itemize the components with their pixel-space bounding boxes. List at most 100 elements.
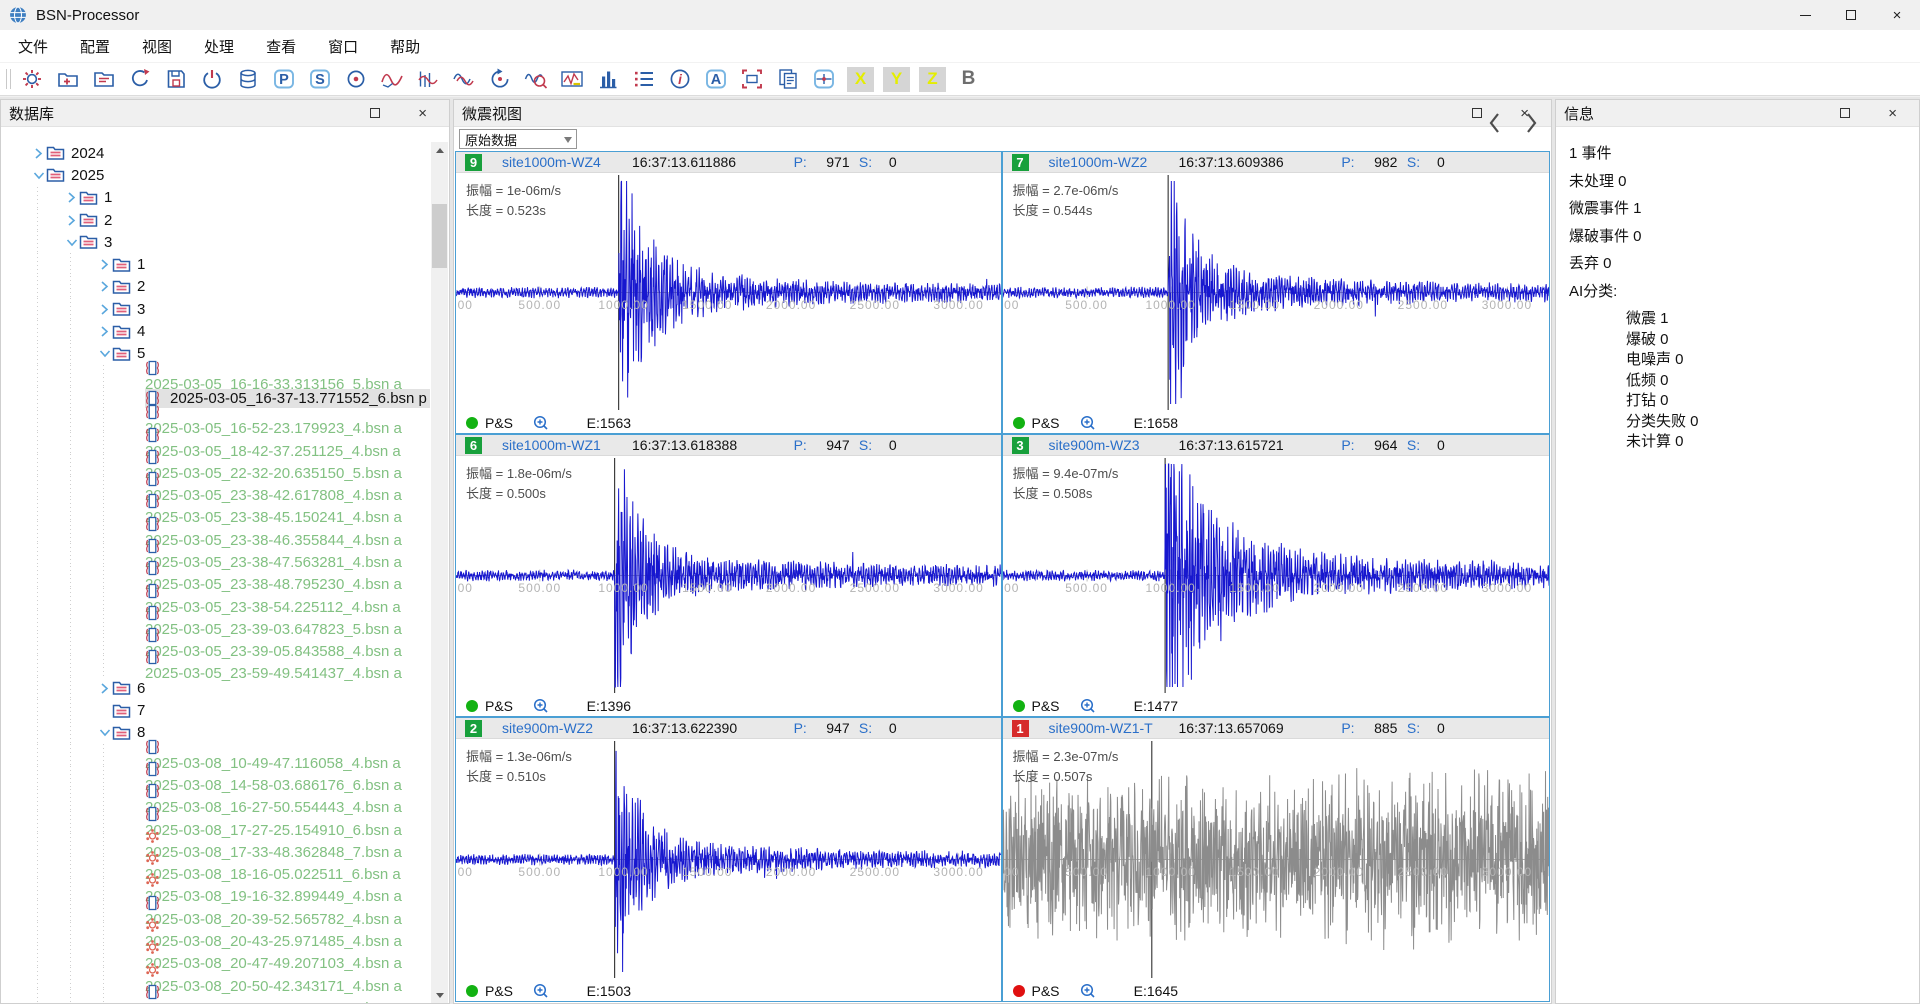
waveform-cell[interactable]: 6site1000m-WZ116:37:13.618388P:947S:0振幅 … [456,435,1003,718]
prev-event-button[interactable] [1487,112,1502,139]
station-name[interactable]: site1000m-WZ1 [502,437,601,453]
next-event-button[interactable] [1524,112,1539,139]
zoom-in-icon[interactable] [533,983,549,999]
menu-item-5[interactable]: 窗口 [312,30,374,62]
s-pick-icon[interactable]: S [307,67,332,92]
tree-row[interactable]: 3 [1,231,430,253]
zoom-in-icon[interactable] [1080,415,1096,431]
tree-collapse-icon[interactable] [31,168,46,183]
tree-scrollbar[interactable] [431,142,448,1003]
crosshair-icon[interactable] [811,67,836,92]
tree-collapse-icon[interactable] [97,346,112,361]
waveform-cell[interactable]: 9site1000m-WZ416:37:13.611886P:971S:0振幅 … [456,152,1003,435]
tree-row[interactable]: 3 [1,298,430,320]
waveform-panel-maximize-icon[interactable] [1472,108,1482,118]
locate-icon[interactable] [343,67,368,92]
tree-collapse-icon[interactable] [97,725,112,740]
wave-bars-icon[interactable] [415,67,440,92]
new-folder-icon[interactable] [55,67,80,92]
scrollbar-up-icon[interactable] [431,142,448,158]
p-pick-icon[interactable]: P [271,67,296,92]
bar-chart-icon[interactable] [595,67,620,92]
menu-item-4[interactable]: 查看 [250,30,312,62]
tree-collapse-icon[interactable] [64,235,79,250]
scrollbar-down-icon[interactable] [431,987,448,1003]
wave-search-icon[interactable] [523,67,548,92]
tree-expand-icon[interactable] [97,279,112,294]
tree-row[interactable]: 2025-03-05_23-59-49.541437_4.bsn a [1,655,430,677]
maximize-button[interactable] [1828,0,1874,30]
database-panel-close-icon[interactable]: × [418,106,427,121]
tree-row[interactable]: 2024 [1,142,430,164]
data-type-dropdown[interactable]: 原始数据 [459,129,577,149]
tree-row[interactable]: 7 [1,699,430,721]
close-button[interactable]: × [1874,0,1920,30]
tree-row[interactable]: 1 [1,187,430,209]
waveform-plot[interactable]: 振幅 = 2.3e-07m/s长度 = 0.507s00500.001000.0… [1003,739,1550,980]
menu-item-3[interactable]: 处理 [188,30,250,62]
station-name[interactable]: site900m-WZ2 [502,720,593,736]
tree-row[interactable]: 2025-03-05_16-16-33.313156_5.bsn a [1,365,430,387]
station-name[interactable]: site1000m-WZ4 [502,154,601,170]
waveform-plot[interactable]: 振幅 = 2.7e-06m/s长度 = 0.544s00500.001000.0… [1003,173,1550,412]
component-b-button[interactable]: B [955,67,982,92]
waveform-cell[interactable]: 1site900m-WZ1-T16:37:13.657069P:885S:0振幅… [1003,718,1550,1001]
tree-row[interactable]: 2025 [1,164,430,186]
menu-item-0[interactable]: 文件 [2,30,64,62]
tree-expand-icon[interactable] [64,190,79,205]
open-folder-icon[interactable] [91,67,116,92]
waveform-cell[interactable]: 2site900m-WZ216:37:13.622390P:947S:0振幅 =… [456,718,1003,1001]
waveform-plot[interactable]: 振幅 = 1.8e-06m/s长度 = 0.500s00500.001000.0… [456,456,1001,695]
tree-expand-icon[interactable] [31,146,46,161]
tree-row[interactable]: 2 [1,209,430,231]
zoom-in-icon[interactable] [1080,698,1096,714]
settings-icon[interactable] [19,67,44,92]
tree-row[interactable]: 2 [1,276,430,298]
power-icon[interactable] [199,67,224,92]
wave-pick-icon[interactable] [379,67,404,92]
menu-item-2[interactable]: 视图 [126,30,188,62]
zoom-in-icon[interactable] [1080,983,1096,999]
tree-expand-icon[interactable] [97,324,112,339]
wave-chart-icon[interactable] [559,67,584,92]
tree-expand-icon[interactable] [64,213,79,228]
component-x-button[interactable]: X [847,67,874,92]
tree-row[interactable]: 4 [1,320,430,342]
waveform-plot[interactable]: 振幅 = 1.3e-06m/s长度 = 0.510s00500.001000.0… [456,739,1001,980]
tree-row[interactable]: 6 [1,677,430,699]
report-icon[interactable] [775,67,800,92]
component-z-button[interactable]: Z [919,67,946,92]
list-icon[interactable] [631,67,656,92]
select-rect-icon[interactable] [739,67,764,92]
station-name[interactable]: site900m-WZ3 [1049,437,1140,453]
database-panel-maximize-icon[interactable] [370,108,380,118]
scrollbar-thumb[interactable] [432,204,447,268]
info-panel-maximize-icon[interactable] [1840,108,1850,118]
info-icon[interactable]: i [667,67,692,92]
toolbar-grip[interactable] [6,69,11,89]
zoom-in-icon[interactable] [533,698,549,714]
station-name[interactable]: site900m-WZ1-T [1049,720,1153,736]
save-icon[interactable] [163,67,188,92]
menu-item-1[interactable]: 配置 [64,30,126,62]
minimize-button[interactable] [1782,0,1828,30]
tree-file-entry[interactable]: 2025-03-08_21-10-21.671835_6.bsn a [145,984,402,1003]
component-y-button[interactable]: Y [883,67,910,92]
wave-overlay-icon[interactable] [451,67,476,92]
zoom-in-icon[interactable] [533,415,549,431]
tree-row[interactable]: 1 [1,253,430,275]
text-a-icon[interactable]: A [703,67,728,92]
tree-expand-icon[interactable] [97,302,112,317]
waveform-plot[interactable]: 振幅 = 1e-06m/s长度 = 0.523s00500.001000.001… [456,173,1001,412]
menu-item-6[interactable]: 帮助 [374,30,436,62]
waveform-cell[interactable]: 3site900m-WZ316:37:13.615721P:964S:0振幅 =… [1003,435,1550,718]
refresh-icon[interactable] [127,67,152,92]
database-icon[interactable] [235,67,260,92]
tree-expand-icon[interactable] [97,681,112,696]
station-name[interactable]: site1000m-WZ2 [1049,154,1148,170]
waveform-plot[interactable]: 振幅 = 9.4e-07m/s长度 = 0.508s00500.001000.0… [1003,456,1550,695]
waveform-cell[interactable]: 7site1000m-WZ216:37:13.609386P:982S:0振幅 … [1003,152,1550,435]
info-panel-close-icon[interactable]: × [1888,106,1897,121]
tree-expand-icon[interactable] [97,257,112,272]
tree-row[interactable]: 2025-03-08_21-10-21.671835_6.bsn a [1,989,430,1003]
